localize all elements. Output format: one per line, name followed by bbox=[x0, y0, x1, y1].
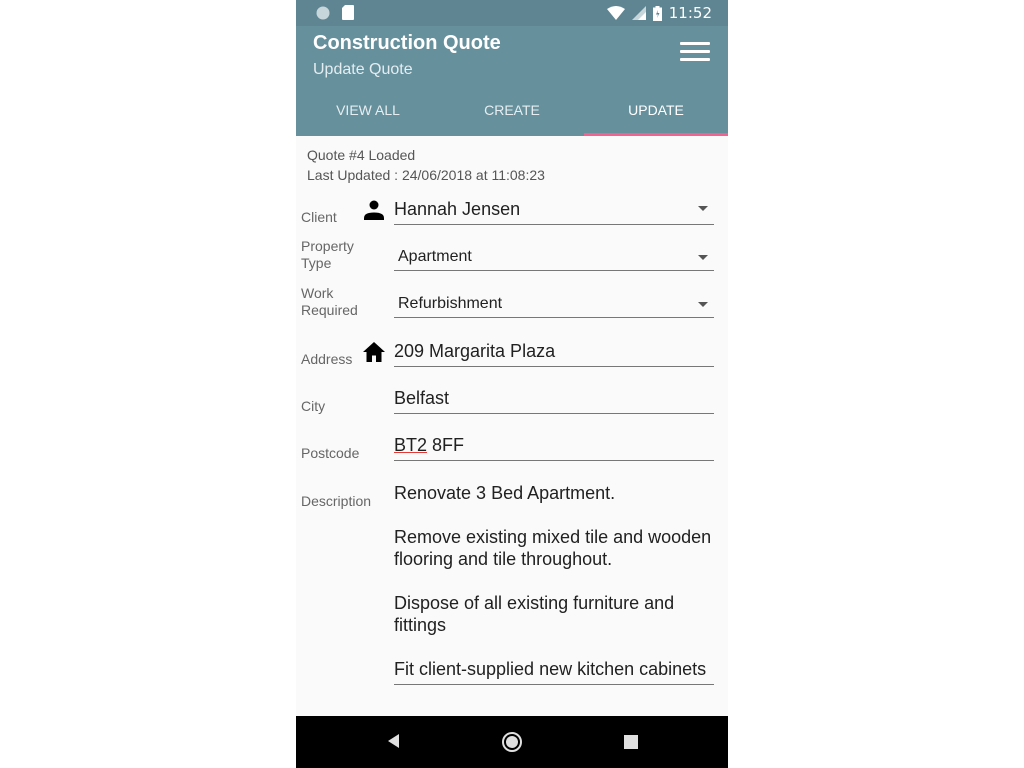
client-dropdown[interactable]: Hannah Jensen bbox=[394, 199, 714, 225]
hamburger-menu-icon[interactable] bbox=[680, 42, 710, 68]
postcode-value: BT2 8FF bbox=[394, 435, 714, 460]
description-paragraph: Renovate 3 Bed Apartment. bbox=[394, 483, 616, 503]
property-type-label-line2: Type bbox=[301, 255, 332, 271]
postcode-label: Postcode bbox=[301, 445, 360, 461]
quote-loaded-text: Quote #4 Loaded bbox=[307, 147, 416, 163]
postcode-part2: 8FF bbox=[427, 435, 465, 455]
app-title: Construction Quote bbox=[313, 32, 501, 54]
tab-bar: VIEW ALL CREATE UPDATE bbox=[296, 90, 728, 136]
phone-screen: 11:52 Construction Quote Update Quote VI… bbox=[296, 0, 728, 768]
city-label: City bbox=[301, 398, 326, 414]
last-updated-text: Last Updated : 24/06/2018 at 11:08:23 bbox=[307, 167, 545, 183]
work-required-label-line2: Required bbox=[301, 302, 358, 318]
status-bar: 11:52 bbox=[296, 0, 728, 26]
cell-signal-icon bbox=[631, 6, 646, 20]
status-right-icons: 11:52 bbox=[606, 4, 712, 22]
description-paragraph: Fit client-supplied new kitchen cabinets bbox=[394, 659, 707, 679]
sd-card-icon bbox=[342, 5, 354, 20]
tab-view-all[interactable]: VIEW ALL bbox=[296, 90, 440, 136]
description-label: Description bbox=[301, 493, 372, 509]
status-left-icons bbox=[316, 5, 354, 20]
app-bar: Construction Quote Update Quote VIEW ALL… bbox=[296, 26, 728, 136]
back-icon[interactable] bbox=[385, 732, 401, 750]
address-value: 209 Margarita Plaza bbox=[394, 341, 556, 361]
app-subtitle: Update Quote bbox=[313, 61, 413, 78]
circle-notification-icon bbox=[316, 6, 330, 19]
status-time: 11:52 bbox=[668, 4, 712, 22]
home-icon bbox=[363, 342, 385, 362]
wifi-icon bbox=[606, 6, 625, 20]
city-input[interactable]: Belfast bbox=[394, 388, 714, 414]
description-paragraph: Dispose of all existing furniture and fi… bbox=[394, 593, 675, 635]
city-value: Belfast bbox=[394, 388, 450, 408]
address-label: Address bbox=[301, 351, 353, 367]
chevron-down-icon bbox=[698, 255, 708, 260]
postcode-input[interactable]: BT2 8FF bbox=[394, 435, 714, 461]
postcode-part1: BT2 bbox=[394, 435, 428, 455]
client-value: Hannah Jensen bbox=[394, 199, 521, 219]
property-type-label: Property Type bbox=[301, 238, 354, 272]
property-type-label-line1: Property bbox=[301, 238, 354, 254]
work-required-value: Refurbishment bbox=[398, 295, 503, 312]
client-label: Client bbox=[301, 209, 337, 225]
person-icon bbox=[364, 200, 384, 220]
work-required-label: Work Required bbox=[301, 285, 358, 319]
property-type-value: Apartment bbox=[398, 248, 472, 265]
description-paragraph: Remove existing mixed tile and wooden fl… bbox=[394, 527, 712, 569]
battery-icon bbox=[652, 5, 662, 21]
address-input[interactable]: 209 Margarita Plaza bbox=[394, 341, 714, 367]
description-textarea[interactable]: Renovate 3 Bed Apartment. Remove existin… bbox=[394, 482, 714, 685]
tab-update[interactable]: UPDATE bbox=[584, 90, 728, 136]
work-required-dropdown[interactable]: Refurbishment bbox=[394, 295, 714, 318]
chevron-down-icon bbox=[698, 302, 708, 307]
work-required-label-line1: Work bbox=[301, 285, 334, 301]
tab-create[interactable]: CREATE bbox=[440, 90, 584, 136]
home-button-icon[interactable] bbox=[501, 731, 523, 753]
navigation-bar bbox=[296, 716, 728, 768]
update-quote-form: Quote #4 Loaded Last Updated : 24/06/201… bbox=[296, 136, 728, 716]
chevron-down-icon bbox=[698, 206, 708, 211]
recent-apps-icon[interactable] bbox=[624, 735, 638, 749]
property-type-dropdown[interactable]: Apartment bbox=[394, 248, 714, 271]
